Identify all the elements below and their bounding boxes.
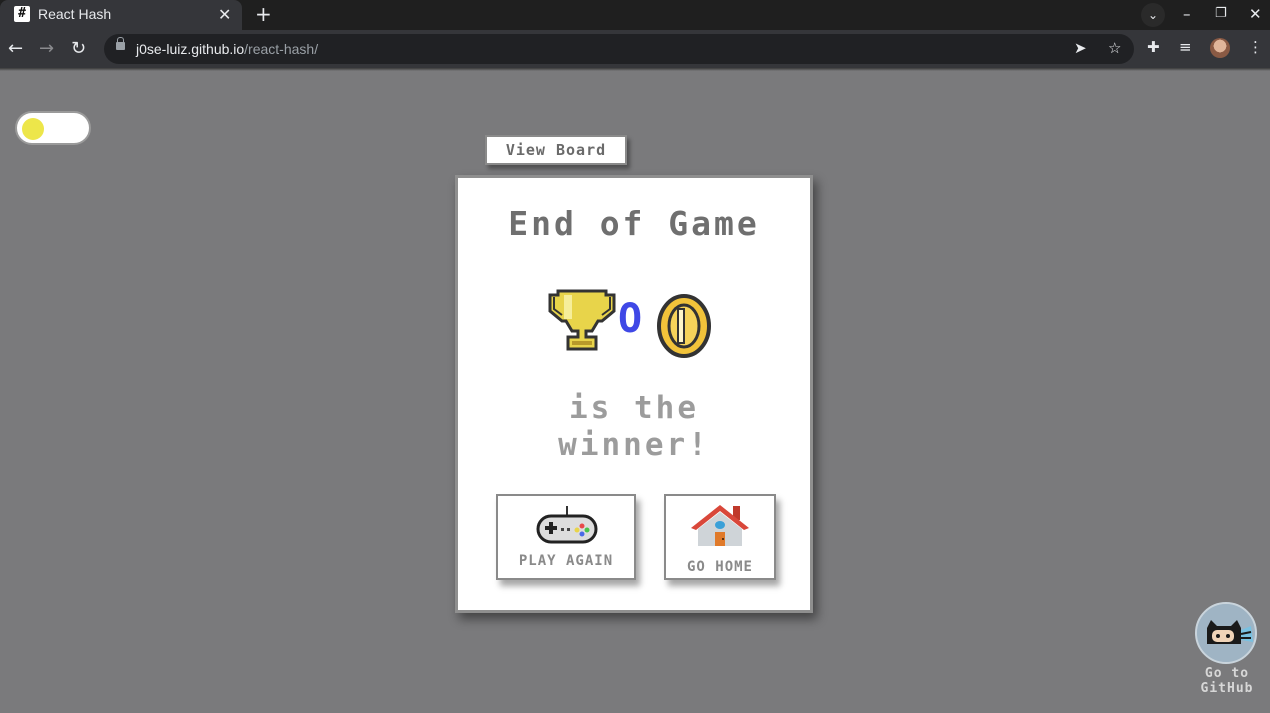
gamepad-icon <box>536 506 598 544</box>
play-again-label: PLAY AGAIN <box>518 553 614 569</box>
tab-search-icon[interactable]: ⌄ <box>1141 3 1165 27</box>
hash-favicon-icon: # <box>14 6 30 22</box>
menu-icon[interactable]: ⋮ <box>1248 38 1263 56</box>
play-again-button[interactable]: PLAY AGAIN <box>496 494 636 580</box>
coin-icon <box>657 294 711 358</box>
address-bar[interactable]: j0se-luiz.github.io/react-hash/ ➤ ☆ <box>104 34 1134 64</box>
browser-tab[interactable]: # React Hash ✕ <box>0 0 242 30</box>
tab-title: React Hash <box>38 6 112 22</box>
back-icon[interactable]: ← <box>8 38 23 59</box>
profile-avatar[interactable] <box>1210 38 1230 58</box>
github-link[interactable]: Go to GitHub <box>1193 602 1261 702</box>
winner-symbol: O <box>618 296 643 342</box>
go-home-button[interactable]: GO HOME <box>664 494 776 580</box>
close-window-icon[interactable]: ✕ <box>1249 5 1262 23</box>
winner-display: O <box>548 285 718 358</box>
forward-icon[interactable]: → <box>39 38 54 59</box>
end-game-card: End of Game O is the winner! PLAY AGAIN … <box>455 175 813 613</box>
browser-toolbar: ← → ↻ j0se-luiz.github.io/react-hash/ ➤ … <box>0 30 1270 68</box>
toolbar-shadow <box>0 68 1270 71</box>
go-home-label: GO HOME <box>686 559 753 575</box>
reload-icon[interactable]: ↻ <box>71 38 86 59</box>
winner-line-2: winner! <box>558 427 710 463</box>
end-game-title: End of Game <box>508 204 760 243</box>
github-label-line-1: Go to <box>1204 666 1250 681</box>
lock-icon[interactable] <box>116 37 125 50</box>
winner-line-1: is the <box>569 390 699 426</box>
minimize-icon[interactable]: – <box>1183 5 1191 23</box>
github-label-line-2: GitHub <box>1200 681 1254 696</box>
house-icon <box>691 505 749 546</box>
tab-close-icon[interactable]: ✕ <box>218 5 231 24</box>
media-icon[interactable]: ≡ <box>1179 38 1192 56</box>
theme-toggle[interactable] <box>15 111 91 145</box>
winner-message: is the winner! <box>458 390 810 464</box>
view-board-button[interactable]: View Board <box>485 135 627 165</box>
extensions-icon[interactable]: ✚ <box>1147 38 1160 56</box>
toggle-knob <box>22 118 44 140</box>
tab-bar: # React Hash ✕ + ⌄ – ❐ ✕ <box>0 0 1270 30</box>
github-label: Go to GitHub <box>1193 666 1261 696</box>
new-tab-icon[interactable]: + <box>255 2 272 26</box>
trophy-icon <box>548 289 616 351</box>
octocat-avatar-icon <box>1195 602 1257 664</box>
url-text[interactable]: j0se-luiz.github.io/react-hash/ <box>136 41 318 57</box>
send-icon[interactable]: ➤ <box>1074 39 1087 57</box>
star-icon[interactable]: ☆ <box>1108 39 1121 57</box>
restore-icon[interactable]: ❐ <box>1215 6 1227 21</box>
